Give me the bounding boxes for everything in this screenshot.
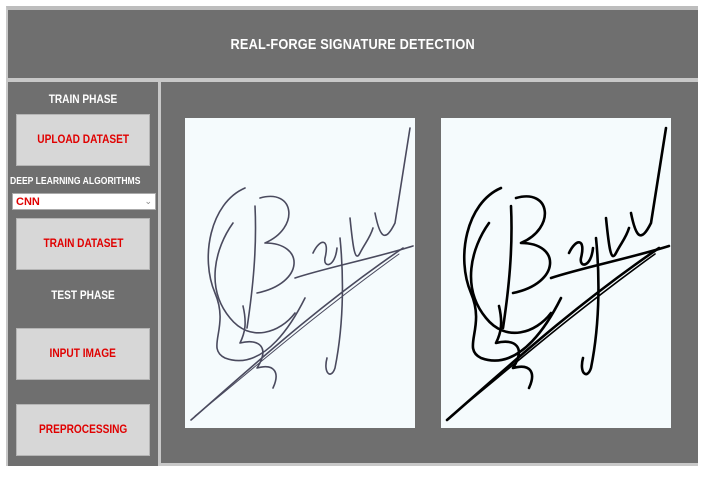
signature-drawing-original (190, 127, 414, 421)
preprocessing-button[interactable]: PREPROCESSING (16, 404, 150, 456)
processed-signature-image (441, 118, 671, 428)
algorithms-label: DEEP LEARNING ALGORITHMS (10, 176, 141, 187)
signature-drawing-processed (445, 126, 671, 422)
chevron-down-icon: ⌄ (144, 196, 152, 206)
test-phase-label: TEST PHASE (51, 290, 115, 302)
train-dataset-button[interactable]: TRAIN DATASET (16, 218, 150, 270)
train-phase-label: TRAIN PHASE (48, 94, 118, 106)
input-image-button[interactable]: INPUT IMAGE (16, 328, 150, 380)
original-signature-image (185, 118, 415, 428)
upload-dataset-button[interactable]: UPLOAD DATASET (16, 114, 150, 166)
page-title: REAL-FORGE SIGNATURE DETECTION (230, 35, 476, 53)
app-window: REAL-FORGE SIGNATURE DETECTION TRAIN PHA… (6, 6, 698, 466)
main-bottom-border (161, 463, 698, 466)
algorithm-select-value: CNN (16, 195, 40, 208)
train-dataset-label: TRAIN DATASET (42, 238, 124, 250)
preprocessing-label: PREPROCESSING (38, 424, 128, 436)
sidebar: TRAIN PHASE UPLOAD DATASET DEEP LEARNING… (8, 82, 161, 466)
algorithm-select[interactable]: CNN ⌄ (12, 193, 156, 210)
image-display-area (161, 82, 698, 466)
header-bar: REAL-FORGE SIGNATURE DETECTION (8, 10, 698, 82)
upload-dataset-label: UPLOAD DATASET (37, 134, 129, 146)
input-image-label: INPUT IMAGE (49, 348, 117, 360)
